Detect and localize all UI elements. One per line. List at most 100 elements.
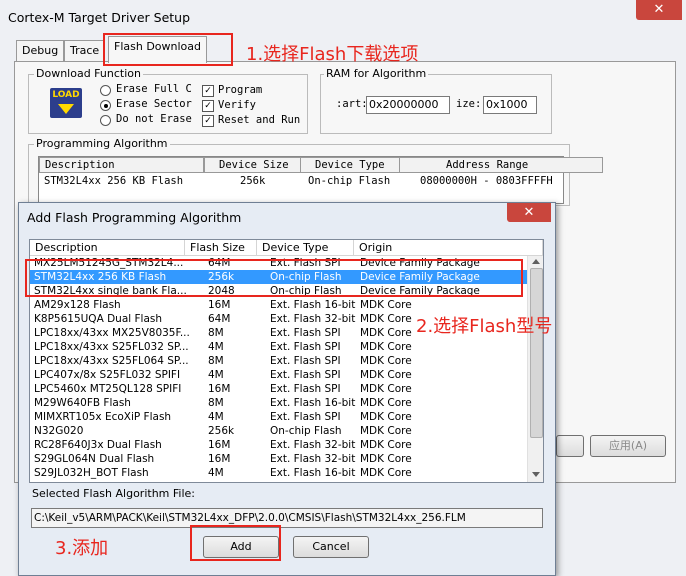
list-scrollbar[interactable] — [527, 256, 543, 482]
reset-and-run-label: Reset and Run — [218, 114, 301, 126]
ram-start-input[interactable]: 0x20000000 — [366, 96, 450, 114]
row-flash-size: 8M — [208, 355, 224, 367]
scroll-down-icon[interactable] — [532, 472, 540, 477]
row-description: N32G020 — [34, 425, 84, 437]
row-flash-size: 4M — [208, 341, 224, 353]
row-description: AM29x128 Flash — [34, 299, 121, 311]
row-device-type: On-chip Flash — [270, 425, 342, 437]
prog-col-device-type: Device Type — [300, 157, 400, 173]
row-flash-size: 16M — [208, 299, 231, 311]
row-flash-size: 16M — [208, 453, 231, 465]
row-device-type: Ext. Flash SPI — [270, 369, 341, 381]
algorithm-row[interactable]: S29JL032H_BOT Flash 4M Ext. Flash 16-bit MD… — [30, 466, 527, 480]
row-origin: MDK Core — [360, 369, 412, 381]
erase-full-chip-radio[interactable] — [100, 85, 111, 96]
step2-annotation: 2.选择Flash型号 — [416, 316, 553, 337]
prog-col-address-range: Address Range — [399, 157, 603, 173]
dialog-close-icon[interactable]: ✕ — [507, 203, 551, 222]
algorithm-row[interactable]: LPC407x/8x S25FL032 SPIFI 4M Ext. Flash SP… — [30, 368, 527, 382]
algorithm-row[interactable]: RC28F640J3x Dual Flash 16M Ext. Flash 32-b… — [30, 438, 527, 452]
row-flash-size: 4M — [208, 467, 224, 479]
row-device-type: Ext. Flash 16-bit — [270, 467, 356, 479]
load-logo-icon: LOAD — [50, 88, 82, 118]
row-device-type: Ext. Flash 32-bit — [270, 313, 356, 325]
flash-model-highlight-box — [25, 259, 523, 297]
apply-button[interactable]: 应用(A) — [590, 435, 666, 457]
programming-algorithm-title: Programming Algorithm — [34, 137, 170, 150]
row-description: LPC18xx/43xx MX25V8035F... — [34, 327, 190, 339]
partial-button[interactable] — [556, 435, 584, 457]
row-device-type: Ext. Flash 16-bit — [270, 397, 356, 409]
program-label: Program — [218, 84, 263, 96]
row-origin: MDK Core — [360, 453, 412, 465]
row-device-type: Ext. Flash 32-bit — [270, 453, 356, 465]
tab-debug[interactable]: Debug — [16, 40, 65, 62]
row-flash-size: 16M — [208, 383, 231, 395]
flash-download-highlight-box — [103, 33, 233, 66]
row-origin: MDK Core — [360, 397, 412, 409]
ram-size-label: ize: — [456, 98, 482, 110]
algorithm-row[interactable]: AM29x128 Flash 16M Ext. Flash 16-bit MDK Co… — [30, 298, 527, 312]
scroll-up-icon[interactable] — [532, 259, 540, 264]
row-device-type: Ext. Flash SPI — [270, 411, 341, 423]
col-device-type[interactable]: Device Type — [257, 240, 354, 256]
row-origin: MDK Core — [360, 313, 412, 325]
prog-row-size: 256k — [240, 175, 266, 187]
algorithm-row[interactable]: M29W640FB Flash 8M Ext. Flash 16-bit MDK Co… — [30, 396, 527, 410]
algorithm-row[interactable]: LPC18xx/43xx S25FL032 SP... 4M Ext. Flash … — [30, 340, 527, 354]
ram-group-title: RAM for Algorithm — [324, 67, 429, 80]
reset-and-run-checkbox[interactable]: ✓ — [202, 115, 214, 127]
close-icon[interactable]: ✕ — [636, 0, 682, 20]
row-description: K8P5615UQA Dual Flash — [34, 313, 163, 325]
cancel-button[interactable]: Cancel — [293, 536, 369, 558]
row-origin: MDK Core — [360, 439, 412, 451]
add-flash-algorithm-dialog: Add Flash Programming Algorithm ✕ Descri… — [18, 202, 556, 576]
row-description: MIMXRT105x EcoXiP Flash — [34, 411, 172, 423]
row-description: M29W640FB Flash — [34, 397, 131, 409]
ram-size-input[interactable]: 0x1000 — [483, 96, 537, 114]
selected-file-label: Selected Flash Algorithm File: — [32, 487, 195, 500]
row-flash-size: 256k — [208, 425, 235, 437]
tab-trace[interactable]: Trace — [64, 40, 106, 62]
algorithm-row[interactable]: MIMXRT105x EcoXiP Flash 4M Ext. Flash SPI M… — [30, 410, 527, 424]
row-origin: MDK Core — [360, 341, 412, 353]
prog-row-description[interactable]: STM32L4xx 256 KB Flash — [44, 175, 183, 187]
row-device-type: Ext. Flash 16-bit — [270, 299, 356, 311]
row-origin: MDK Core — [360, 355, 412, 367]
row-origin: MDK Core — [360, 467, 412, 479]
add-button-highlight-box — [190, 525, 281, 561]
algorithm-row[interactable]: N32G020 256k On-chip Flash MDK Core — [30, 424, 527, 438]
row-flash-size: 16M — [208, 439, 231, 451]
row-description: LPC407x/8x S25FL032 SPIFI — [34, 369, 181, 381]
row-device-type: Ext. Flash SPI — [270, 341, 341, 353]
row-flash-size: 8M — [208, 397, 224, 409]
row-flash-size: 8M — [208, 327, 224, 339]
step3-annotation: 3.添加 — [55, 538, 109, 559]
row-description: RC28F640J3x Dual Flash — [34, 439, 162, 451]
verify-checkbox[interactable]: ✓ — [202, 100, 214, 112]
algorithm-row[interactable]: S29GL064N Dual Flash 16M Ext. Flash 32-bit… — [30, 452, 527, 466]
col-origin[interactable]: Origin — [354, 240, 543, 256]
window-title: Cortex-M Target Driver Setup — [8, 10, 191, 25]
dialog-title: Add Flash Programming Algorithm — [27, 210, 242, 225]
col-flash-size[interactable]: Flash Size — [185, 240, 257, 256]
algorithm-row[interactable]: LPC18xx/43xx S25FL064 SP... 8M Ext. Flash … — [30, 354, 527, 368]
row-flash-size: 4M — [208, 411, 224, 423]
do-not-erase-radio[interactable] — [100, 115, 111, 126]
row-description: S29JL032H_BOT Flash — [34, 467, 149, 479]
program-checkbox[interactable]: ✓ — [202, 85, 214, 97]
row-device-type: Ext. Flash SPI — [270, 327, 341, 339]
algorithm-row[interactable]: LPC5460x MT25QL128 SPIFI 16M Ext. Flash SP… — [30, 382, 527, 396]
row-origin: MDK Core — [360, 299, 412, 311]
prog-row-range: 08000000H - 0803FFFFH — [420, 175, 553, 187]
row-description: LPC18xx/43xx S25FL032 SP... — [34, 341, 189, 353]
ram-start-label: :art: — [336, 98, 368, 110]
do-not-erase-label: Do not Erase — [116, 113, 192, 125]
erase-sector-radio[interactable] — [100, 100, 111, 111]
row-device-type: Ext. Flash SPI — [270, 355, 341, 367]
col-description[interactable]: Description — [30, 240, 185, 256]
scroll-thumb[interactable] — [530, 268, 543, 438]
step1-annotation: 1.选择Flash下载选项 — [246, 44, 419, 65]
selected-file-path: C:\Keil_v5\ARM\PACK\Keil\STM32L4xx_DFP\2… — [31, 508, 543, 528]
erase-full-chip-label: Erase Full C — [116, 83, 192, 95]
